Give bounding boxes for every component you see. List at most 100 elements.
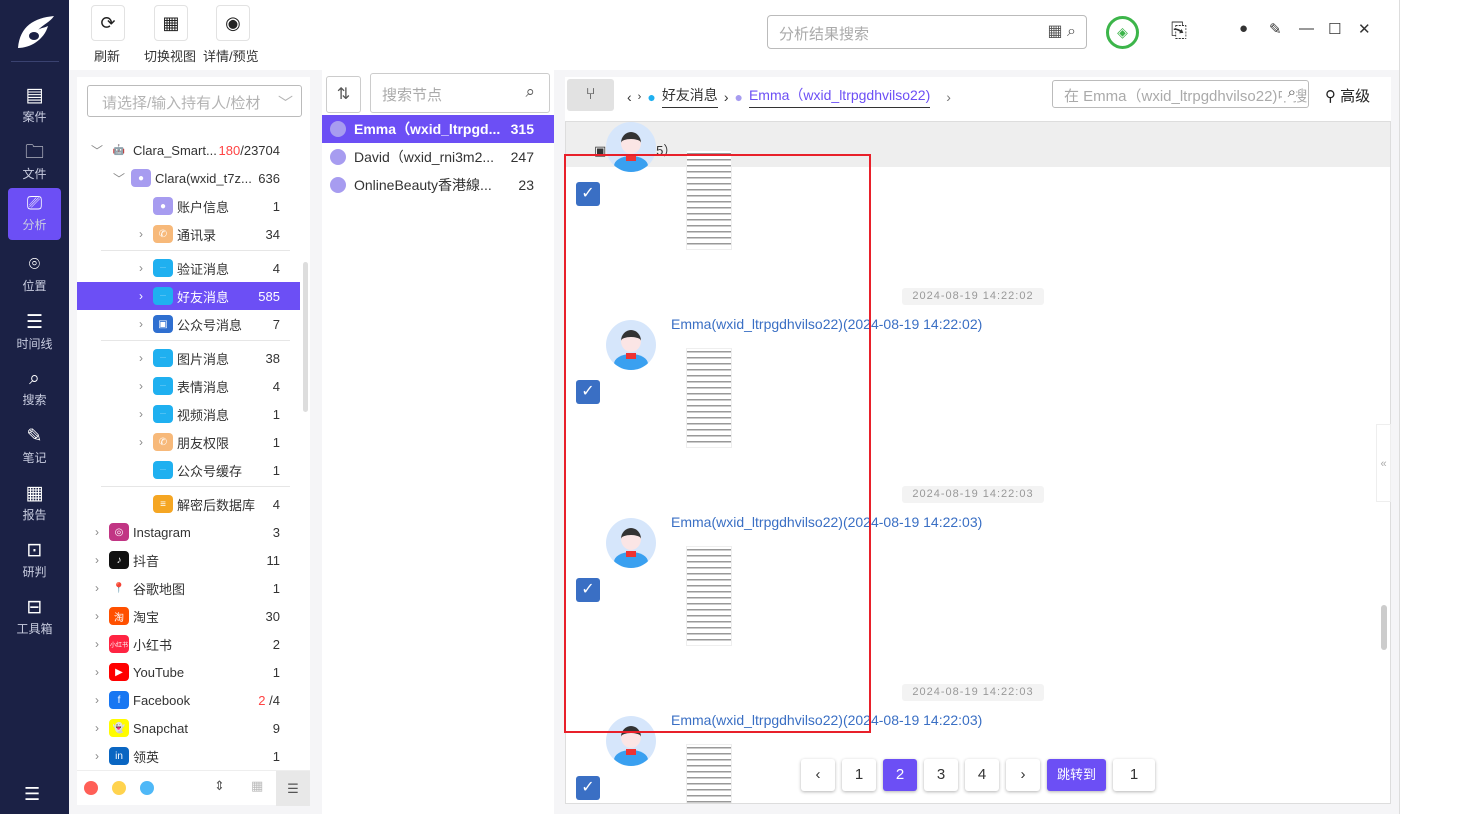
message-checkbox[interactable]: ✓	[576, 776, 600, 800]
tree-item[interactable]: ● 账户信息 1	[77, 192, 300, 220]
chevron-icon[interactable]: ›	[135, 351, 147, 365]
in-conversation-search[interactable]: 在 Emma（wxid_ltrpgdhvilso22)中搜索 ⌕	[1052, 80, 1309, 108]
chevron-icon[interactable]: ›	[91, 693, 103, 707]
breadcrumb-level2[interactable]: Emma（wxid_ltrpgdhvilso22)	[748, 85, 931, 108]
message-scrollbar[interactable]	[1381, 605, 1387, 650]
chevron-icon[interactable]: ›	[135, 289, 147, 303]
page-button[interactable]: 3	[924, 759, 958, 791]
nav-item-4[interactable]: ☰ 时间线	[8, 307, 61, 359]
tree-item[interactable]: › ▶ YouTube 1	[77, 658, 300, 686]
chevron-icon[interactable]: ›	[91, 665, 103, 679]
chevron-icon[interactable]: ›	[135, 435, 147, 449]
chevron-icon[interactable]: ›	[91, 609, 103, 623]
tree-item[interactable]: ··· 公众号缓存 1	[77, 456, 300, 484]
sort-button[interactable]: ⇅	[326, 76, 361, 113]
chevron-right-icon[interactable]: ›	[946, 89, 951, 105]
user-icon[interactable]: ●	[1239, 20, 1248, 37]
tree-item[interactable]: › 📍 谷歌地图 1	[77, 574, 300, 602]
chevron-icon[interactable]: ›	[91, 525, 103, 539]
contact-item[interactable]: David（wxid_rni3m2... 247	[322, 143, 554, 171]
pin-icon[interactable]: ✎	[1269, 20, 1282, 38]
tree-item[interactable]: › 小红书 小红书 2	[77, 630, 300, 658]
page-button[interactable]: 4	[965, 759, 999, 791]
menu-icon[interactable]: ☰	[24, 784, 40, 805]
chevron-icon[interactable]: ›	[91, 553, 103, 567]
chevron-icon[interactable]: ›	[91, 721, 103, 735]
message-sender[interactable]: Emma(wxid_ltrpgdhvilso22)(2024-08-19 14:…	[671, 316, 982, 332]
close-icon[interactable]: ✕	[1358, 20, 1371, 38]
image-thumbnail[interactable]	[686, 150, 732, 250]
node-search-input[interactable]: 搜索节点 ⌕	[370, 73, 550, 113]
tree-item[interactable]: › ··· 验证消息 4	[77, 254, 300, 282]
branch-button[interactable]: ⑂	[567, 79, 614, 111]
breadcrumb-level1[interactable]: 好友消息	[661, 85, 718, 108]
maximize-icon[interactable]: ☐	[1328, 20, 1341, 38]
message-checkbox[interactable]: ✓	[576, 380, 600, 404]
details-button[interactable]: ◉	[216, 5, 250, 41]
collapse-panel-button[interactable]: «	[1376, 424, 1391, 502]
tree-item[interactable]: › in 领英 1	[77, 742, 300, 770]
forward-icon[interactable]: ›	[638, 91, 642, 103]
image-thumbnail[interactable]	[686, 348, 732, 448]
message-sender[interactable]: Emma(wxid_ltrpgdhvilso22)(2024-08-19 14:…	[671, 514, 982, 530]
contact-item[interactable]: Emma（wxid_ltrpgd... 315	[322, 115, 554, 143]
jump-button[interactable]: 跳转到	[1047, 759, 1107, 791]
tree-item[interactable]: › ··· 图片消息 38	[77, 344, 300, 372]
tree-item[interactable]: › ▣ 公众号消息 7	[77, 310, 300, 338]
tree-item[interactable]: › ··· 好友消息 585	[77, 282, 300, 310]
chevron-icon[interactable]: ›	[135, 379, 147, 393]
nav-item-3[interactable]: ⌾ 位置	[8, 249, 61, 301]
minimize-icon[interactable]: —	[1299, 20, 1314, 37]
tree-item[interactable]: › 👻 Snapchat 9	[77, 714, 300, 742]
advanced-search-button[interactable]: ⚲ 高级	[1325, 85, 1370, 106]
nav-item-6[interactable]: ✎ 笔记	[8, 421, 61, 473]
page-button[interactable]: 2	[883, 759, 917, 791]
chevron-icon[interactable]: ›	[135, 227, 147, 241]
export-icon[interactable]: ⎘	[1171, 20, 1187, 43]
contact-item[interactable]: OnlineBeauty香港線... 23	[322, 171, 554, 199]
chevron-icon[interactable]: ›	[91, 749, 103, 763]
image-thumbnail[interactable]	[686, 546, 732, 646]
collapse-all-icon[interactable]: ⇕	[214, 778, 225, 794]
back-icon[interactable]: ‹	[627, 89, 632, 105]
message-checkbox[interactable]: ✓	[576, 578, 600, 602]
nav-item-5[interactable]: ⌕ 搜索	[8, 363, 61, 415]
nav-item-7[interactable]: ▦ 报告	[8, 478, 61, 530]
tree-item[interactable]: › ◎ Instagram 3	[77, 518, 300, 546]
tree-item[interactable]: › ✆ 通讯录 34	[77, 220, 300, 248]
tree-item[interactable]: ﹀ 🤖 Clara_Smart... 180/23704	[77, 136, 300, 164]
grid-view-icon[interactable]: ▦	[251, 778, 263, 794]
tree-scrollbar[interactable]	[303, 262, 308, 412]
nav-item-0[interactable]: ▤ 案件	[8, 80, 61, 132]
tree-item[interactable]: › 淘淘宝 30	[77, 602, 300, 630]
tree-item[interactable]: › f Facebook 2 /4	[77, 686, 300, 714]
next-page-button[interactable]: ›	[1006, 759, 1040, 791]
image-thumbnail[interactable]	[686, 744, 732, 803]
chevron-icon[interactable]: ›	[135, 407, 147, 421]
tree-item[interactable]: › ··· 视频消息 1	[77, 400, 300, 428]
chevron-icon[interactable]: ›	[91, 637, 103, 651]
tree-item[interactable]: › ✆ 朋友权限 1	[77, 428, 300, 456]
nav-item-2[interactable]: ⎚ 分析	[8, 188, 61, 240]
chevron-icon[interactable]: ›	[91, 581, 103, 595]
chevron-icon[interactable]: ﹀	[113, 170, 125, 187]
page-button[interactable]: 1	[842, 759, 876, 791]
chevron-icon[interactable]: ›	[135, 261, 147, 275]
yellow-filter-dot[interactable]	[112, 781, 126, 795]
nav-item-8[interactable]: ⊡ 研判	[8, 535, 61, 587]
nav-item-9[interactable]: ⊟ 工具箱	[8, 592, 61, 644]
switch-view-button[interactable]: ▦	[154, 5, 188, 41]
prev-page-button[interactable]: ‹	[801, 759, 835, 791]
calendar-search-icon[interactable]: ▦ ⌕	[1047, 21, 1076, 41]
holder-select[interactable]: 请选择/输入持有人/检材 ﹀	[87, 85, 302, 117]
chevron-icon[interactable]: ﹀	[91, 142, 103, 159]
message-checkbox[interactable]: ✓	[576, 182, 600, 206]
blue-filter-dot[interactable]	[140, 781, 154, 795]
jump-page-input[interactable]: 1	[1113, 759, 1156, 791]
result-search-input[interactable]: 分析结果搜索 ▦ ⌕	[767, 15, 1087, 49]
refresh-button[interactable]: ⟳	[91, 5, 125, 41]
chevron-icon[interactable]: ›	[135, 317, 147, 331]
locate-icon[interactable]: ◈	[1106, 16, 1139, 49]
nav-item-1[interactable]: 🗀 文件	[8, 137, 61, 189]
red-filter-dot[interactable]	[84, 781, 98, 795]
